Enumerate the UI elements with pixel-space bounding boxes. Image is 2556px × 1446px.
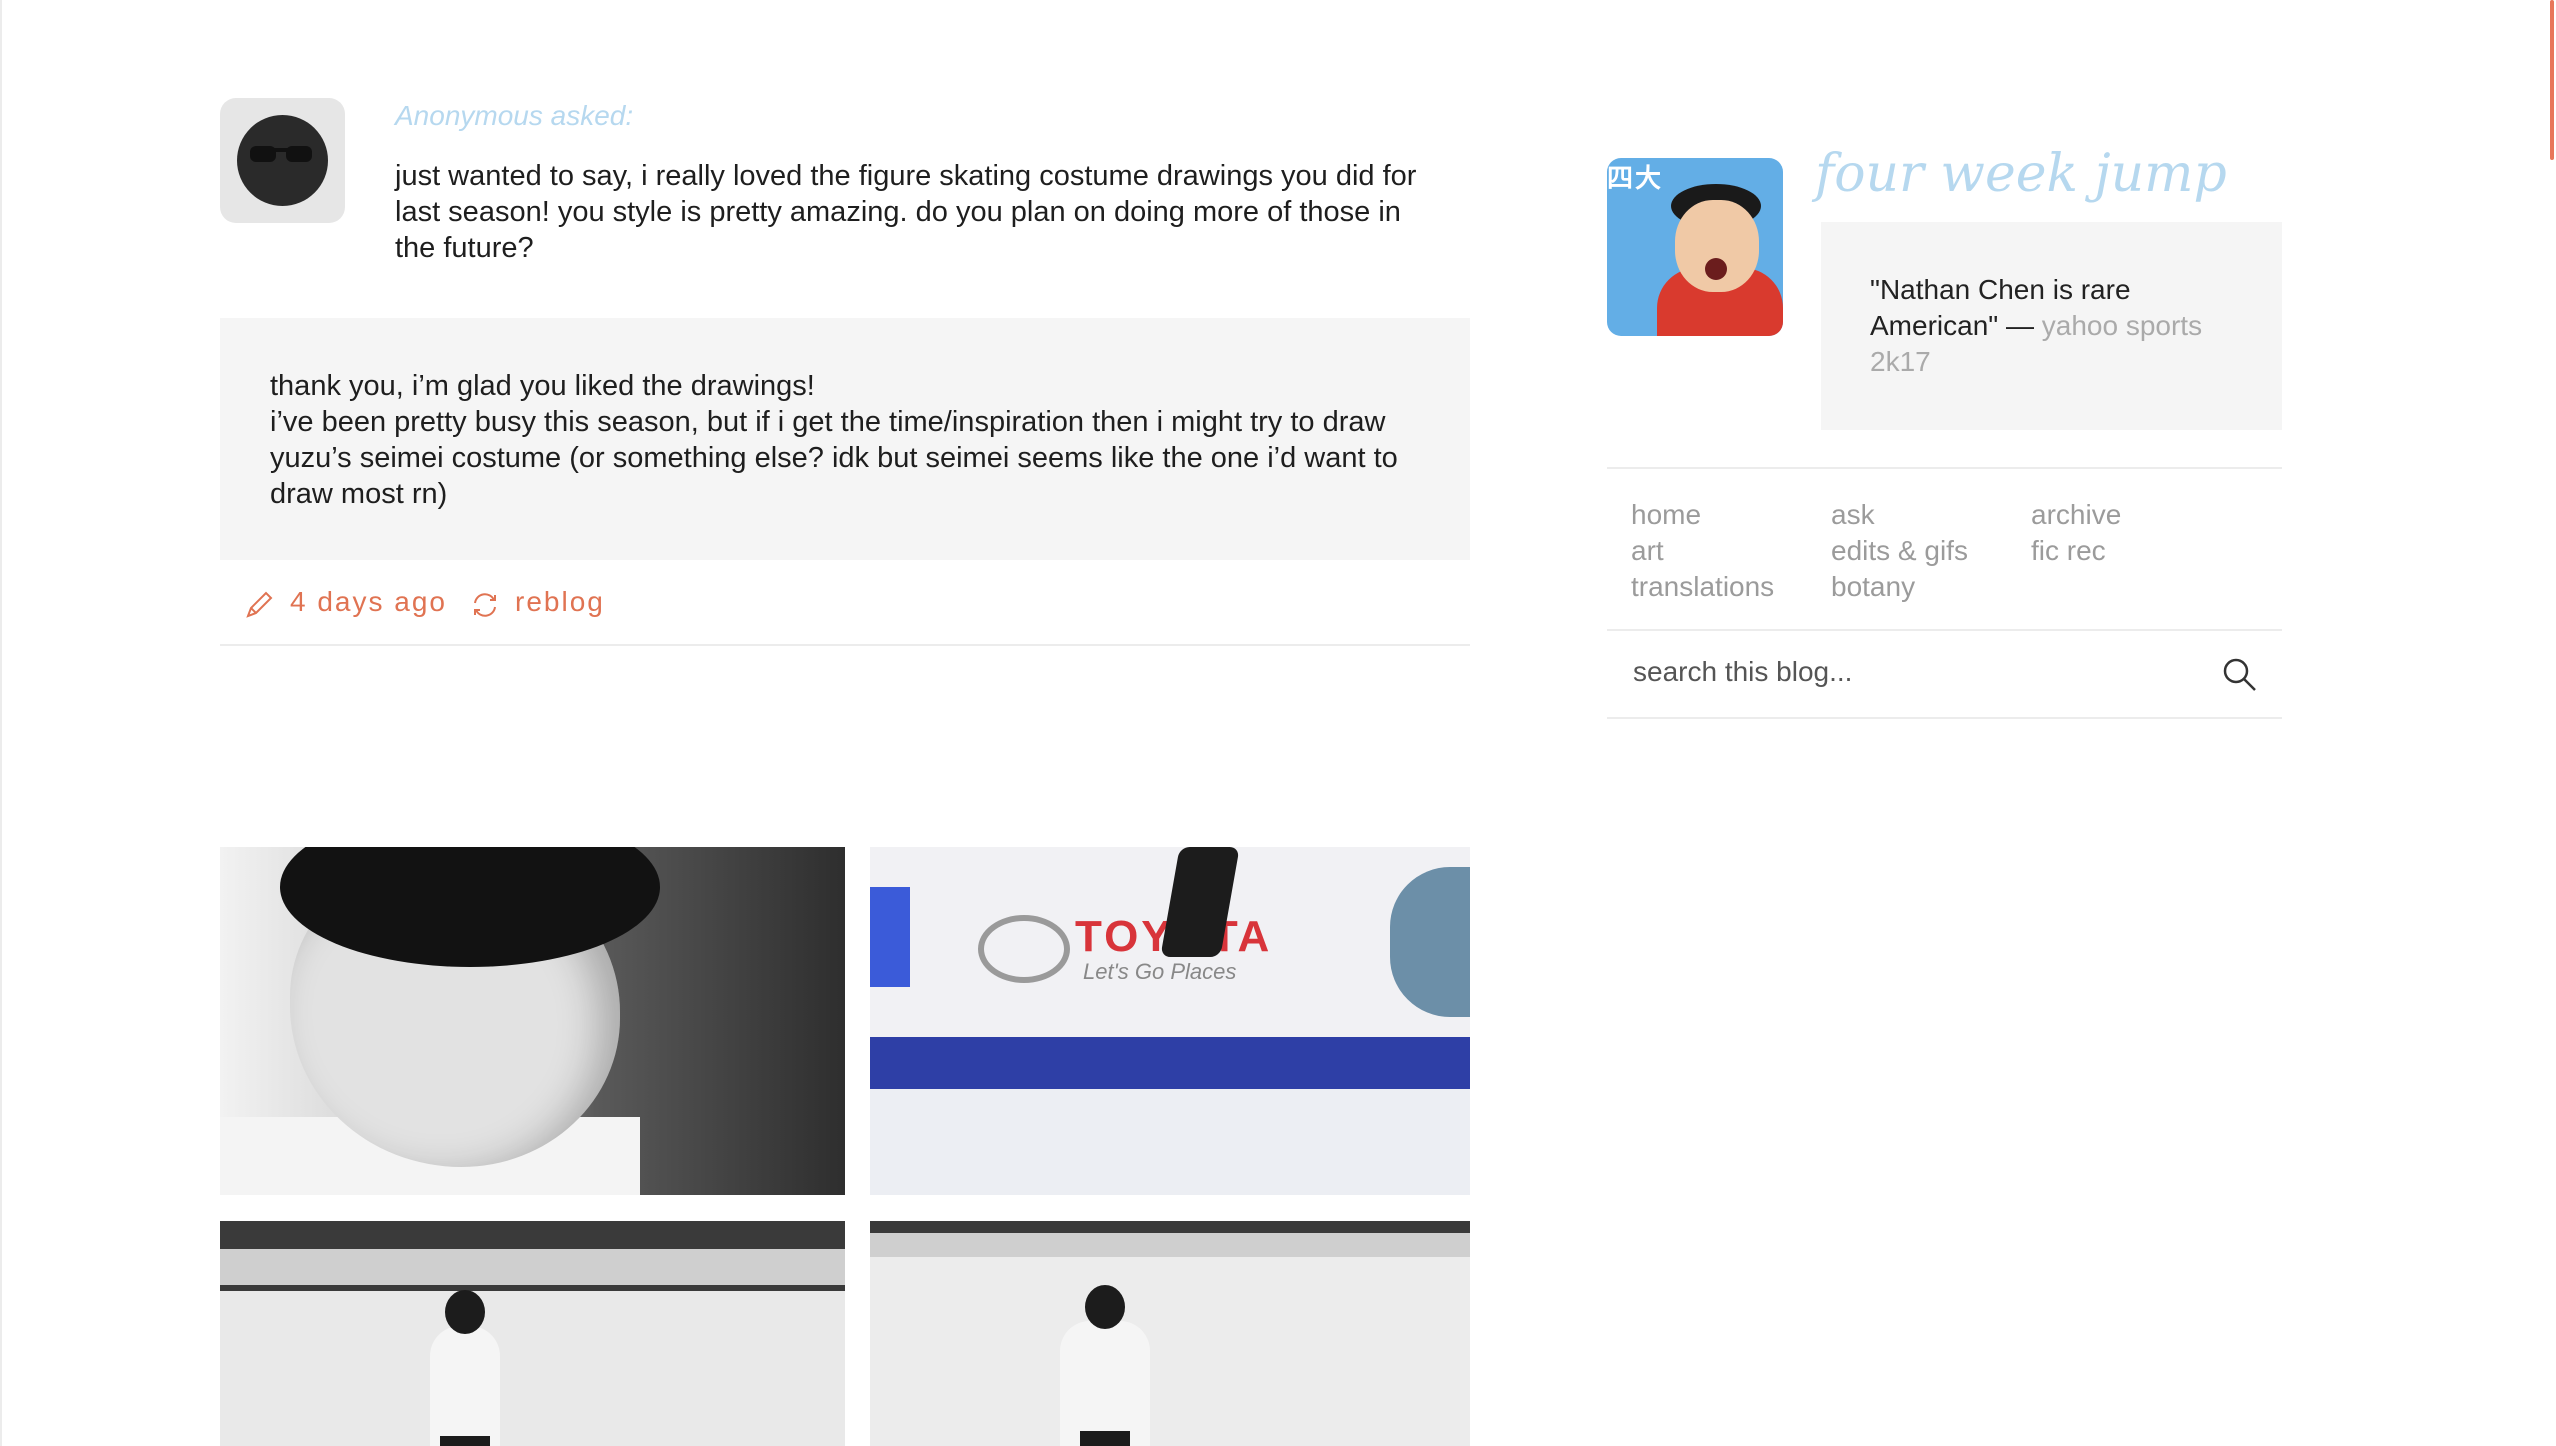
asker-avatar[interactable] [220, 98, 345, 223]
photo-skater [430, 1290, 500, 1446]
photo-jump-boards[interactable]: TOYOTA Let's Go Places [870, 847, 1470, 1195]
asker-label[interactable]: Anonymous asked: [395, 100, 633, 132]
photo-skater-portrait[interactable] [220, 847, 845, 1195]
sponsor-tagline: Let's Go Places [1083, 959, 1237, 984]
reblog-icon[interactable] [468, 588, 502, 622]
photo-skater [1060, 1285, 1150, 1446]
blog-search [1607, 629, 2282, 719]
photo-crowd [870, 1221, 1470, 1233]
nav-link-art[interactable]: art [1631, 533, 1774, 569]
nav-column: ask edits & gifs botany [1831, 497, 1968, 605]
photo-skater-rink-right[interactable] [870, 1221, 1470, 1446]
nav-link-ask[interactable]: ask [1831, 497, 1968, 533]
sunglasses-icon [250, 146, 312, 162]
answer-body: thank you, i’m glad you liked the drawin… [220, 318, 1470, 560]
photo-skater-rink-left[interactable] [220, 1221, 845, 1446]
search-input[interactable] [1631, 649, 2195, 695]
pencil-icon [246, 591, 273, 618]
ask-question: just wanted to say, i really loved the f… [395, 160, 1417, 264]
post-date-link[interactable]: 4 days ago [290, 586, 447, 618]
answer-line: thank you, i’m glad you liked the drawin… [270, 370, 815, 402]
photo-blue-band [870, 1037, 1470, 1089]
page-left-border [0, 0, 2, 1446]
avatar-mouth [1705, 258, 1727, 280]
toyota-logo-icon [978, 915, 1070, 983]
nav-link-botany[interactable]: botany [1831, 569, 1968, 605]
photo-boards [870, 1233, 1470, 1257]
scrollbar-thumb[interactable] [2550, 0, 2554, 160]
post-meta: 4 days ago reblog [220, 572, 1470, 646]
reblog-link[interactable]: reblog [515, 586, 605, 618]
nav-link-fic-rec[interactable]: fic rec [2031, 533, 2121, 569]
nav-link-home[interactable]: home [1631, 497, 1774, 533]
blog-nav: home art translations ask edits & gifs b… [1607, 467, 2282, 631]
nav-column: archive fic rec [2031, 497, 2121, 569]
description-dash: — [1998, 310, 2042, 341]
nav-link-archive[interactable]: archive [2031, 497, 2121, 533]
blog-description: "Nathan Chen is rare American" — yahoo s… [1821, 222, 2282, 430]
search-icon[interactable] [2222, 657, 2258, 693]
nav-link-edits-gifs[interactable]: edits & gifs [1831, 533, 1968, 569]
scrollbar[interactable] [2542, 0, 2556, 1446]
nav-link-translations[interactable]: translations [1631, 569, 1774, 605]
photo-boards [220, 1249, 845, 1285]
photo-board-letter [870, 887, 910, 987]
nav-column: home art translations [1631, 497, 1774, 605]
avatar-banner-text: 四大 [1607, 164, 1664, 194]
answer-line: i’ve been pretty busy this season, but i… [270, 406, 1398, 510]
blog-title[interactable]: four week jump [1815, 144, 2227, 204]
blog-avatar[interactable]: 四大 [1607, 158, 1783, 336]
photo-ice [870, 1089, 1470, 1195]
